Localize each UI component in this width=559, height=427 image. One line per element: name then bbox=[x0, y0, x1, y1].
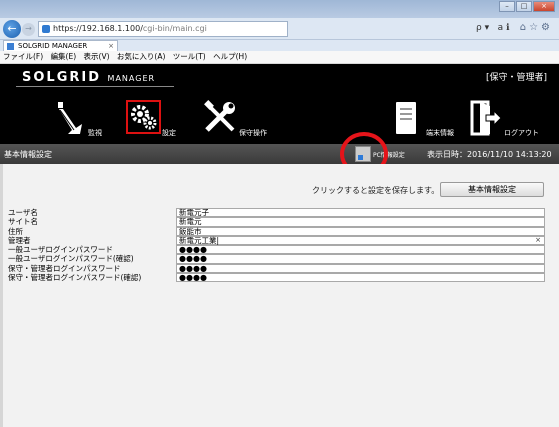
menu-edit[interactable]: 編集(E) bbox=[51, 52, 77, 61]
settings-selected-box bbox=[126, 100, 161, 134]
display-datetime: 表示日時：2016/11/10 14:13:20 bbox=[427, 150, 552, 159]
minimize-button[interactable]: – bbox=[499, 1, 515, 12]
browser-tab-bar: SOLGRID MANAGER × bbox=[0, 40, 559, 51]
field-label: 保守・管理者ログインパスワード bbox=[8, 263, 121, 273]
logo-underline bbox=[16, 86, 174, 87]
admin-field-value: 新電元工業| bbox=[179, 235, 220, 245]
user-password-confirm-field[interactable]: ●●●● bbox=[176, 254, 545, 264]
clear-icon[interactable]: × bbox=[535, 236, 541, 244]
nav-logout[interactable]: ログアウト bbox=[468, 100, 548, 138]
field-label: 住所 bbox=[8, 226, 23, 236]
maximize-button[interactable]: □ bbox=[516, 1, 532, 12]
form-row-username: ユーザ名 新電元子 bbox=[8, 208, 545, 218]
lock-icon bbox=[42, 25, 50, 33]
logout-icon bbox=[470, 100, 502, 136]
menu-favorites[interactable]: お気に入り(A) bbox=[117, 52, 165, 61]
browser-menu-bar: ファイル(F) 編集(E) 表示(V) お気に入り(A) ツール(T) ヘルプ(… bbox=[0, 51, 559, 64]
close-window-button[interactable]: × bbox=[533, 1, 555, 12]
save-basic-info-button[interactable]: 基本情報設定 bbox=[440, 182, 544, 197]
address-tools[interactable]: ρ ▾ a ℹ bbox=[476, 23, 509, 33]
nav-settings[interactable]: 設定 bbox=[126, 100, 186, 138]
tab-title: SOLGRID MANAGER bbox=[18, 42, 88, 50]
menu-view[interactable]: 表示(V) bbox=[84, 52, 110, 61]
window-controls: – □ × bbox=[499, 1, 555, 12]
field-label: 管理者 bbox=[8, 235, 31, 245]
gear-icon bbox=[131, 105, 157, 130]
admin-password-field[interactable]: ●●●● bbox=[176, 263, 545, 274]
monitor-icon bbox=[58, 102, 82, 134]
page-title: 基本情報設定 bbox=[4, 150, 52, 159]
nav-monitor-label: 監視 bbox=[88, 129, 102, 137]
field-label: 一般ユーザログインパスワード(確認) bbox=[8, 254, 134, 264]
form-row-admin: 管理者 新電元工業| × bbox=[8, 235, 545, 246]
form-row-admin-password-confirm: 保守・管理者ログインパスワード(確認) ●●●● bbox=[8, 273, 545, 283]
field-label: ユーザ名 bbox=[8, 208, 38, 217]
url-path: cgi-bin/main.cgi bbox=[142, 24, 207, 33]
form-row-sitename: サイト名 新電元 bbox=[8, 217, 545, 227]
tab-close-icon[interactable]: × bbox=[108, 41, 114, 51]
basic-info-form: ユーザ名 新電元子 サイト名 新電元 住所 飯能市 管理者 新電元工業| × 一般… bbox=[8, 208, 545, 283]
nav-terminal-label: 端末情報 bbox=[426, 129, 454, 137]
nav-maintenance-label: 保守操作 bbox=[239, 129, 267, 137]
nav-settings-label: 設定 bbox=[162, 129, 176, 137]
menu-tools[interactable]: ツール(T) bbox=[173, 52, 206, 61]
browser-title-bar: – □ × bbox=[0, 0, 559, 18]
logo-sub: MANAGER bbox=[107, 74, 156, 83]
username-field[interactable]: 新電元子 bbox=[176, 208, 545, 218]
menu-file[interactable]: ファイル(F) bbox=[3, 52, 43, 61]
forward-icon[interactable]: → bbox=[22, 23, 35, 36]
main-content: クリックすると設定を保存します。 基本情報設定 ユーザ名 新電元子 サイト名 新… bbox=[0, 164, 559, 427]
nav-maintenance[interactable]: 保守操作 bbox=[203, 100, 283, 138]
home-star-gear-icons[interactable]: ⌂☆⚙ bbox=[520, 22, 553, 33]
url-host: https://192.168.1.100/ bbox=[53, 24, 143, 33]
menu-help[interactable]: ヘルプ(H) bbox=[213, 52, 247, 61]
address-bar[interactable]: https://192.168.1.100/cgi-bin/main.cgi bbox=[38, 21, 288, 37]
content-left-edge bbox=[0, 164, 3, 427]
admin-password-confirm-field[interactable]: ●●●● bbox=[176, 273, 545, 283]
field-label: 保守・管理者ログインパスワード(確認) bbox=[8, 273, 142, 283]
form-row-admin-password: 保守・管理者ログインパスワード ●●●● bbox=[8, 263, 545, 274]
logo-main: SOLGRID bbox=[22, 70, 102, 85]
favicon bbox=[7, 43, 14, 50]
nav-terminal-info[interactable]: 端末情報 bbox=[390, 100, 460, 138]
admin-field[interactable]: 新電元工業| × bbox=[176, 235, 545, 246]
back-icon[interactable]: ← bbox=[3, 20, 21, 38]
form-row-user-password-confirm: 一般ユーザログインパスワード(確認) ●●●● bbox=[8, 254, 545, 264]
sitename-field[interactable]: 新電元 bbox=[176, 217, 545, 227]
nav-monitor[interactable]: 監視 bbox=[52, 100, 112, 138]
tab-solgrid-manager[interactable]: SOLGRID MANAGER × bbox=[3, 40, 118, 51]
form-row-address: 住所 飯能市 bbox=[8, 226, 545, 236]
nav-logout-label: ログアウト bbox=[504, 129, 539, 137]
field-label: サイト名 bbox=[8, 217, 38, 227]
save-hint: クリックすると設定を保存します。 bbox=[312, 186, 440, 195]
address-field[interactable]: 飯能市 bbox=[176, 226, 545, 236]
user-role: [保守・管理者] bbox=[485, 73, 547, 83]
app-logo: SOLGRID MANAGER bbox=[22, 70, 155, 85]
page-subheader: 基本情報設定 PC情報設定 表示日時：2016/11/10 14:13:20 bbox=[0, 144, 559, 164]
user-password-field[interactable]: ●●●● bbox=[176, 245, 545, 255]
tools-icon bbox=[204, 100, 235, 132]
browser-nav-bar: ← → https://192.168.1.100/cgi-bin/main.c… bbox=[0, 18, 559, 40]
terminal-icon bbox=[396, 102, 416, 134]
app-header: SOLGRID MANAGER [保守・管理者] 監視 設定 保守操作 端末情報… bbox=[0, 64, 559, 144]
